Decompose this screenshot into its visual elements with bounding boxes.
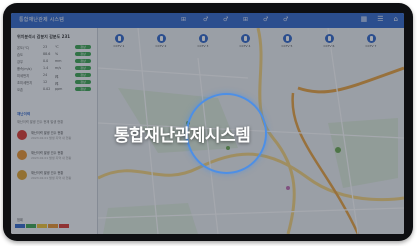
system-title: 통합재난관제시스템	[114, 126, 251, 146]
screen: 통합재난관제 시스템 ⊞ ♂ ♂ ⊞ ♂ ♂ ▦ ☰ ⌂ 위치분석시 감분지 감…	[11, 13, 404, 234]
tablet-device: 통합재난관제 시스템 ⊞ ♂ ♂ ⊞ ♂ ♂ ▦ ☰ ⌂ 위치분석시 감분지 감…	[3, 3, 413, 241]
